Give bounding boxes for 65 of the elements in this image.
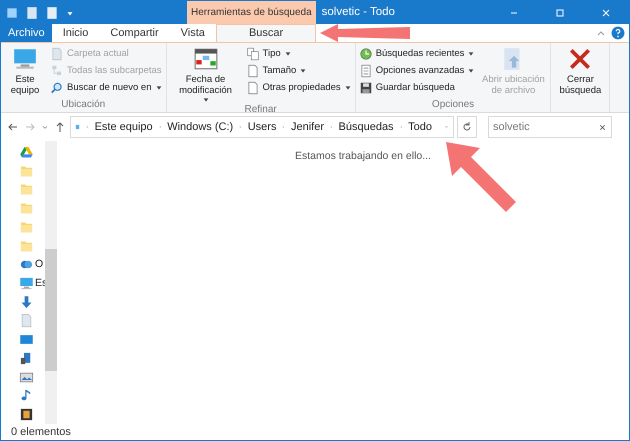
document-icon xyxy=(19,313,34,328)
breadcrumb[interactable]: Windows (C:) xyxy=(167,118,234,136)
annotation-arrow xyxy=(446,142,516,212)
group-label: Ubicación xyxy=(61,99,106,112)
address-field[interactable]: Este equipo Windows (C:) Users Jenifer Búsquedas Todo xyxy=(70,116,454,138)
close-icon xyxy=(600,6,612,18)
status-message: Estamos trabajando en ello... xyxy=(295,149,431,163)
up-arrow-icon xyxy=(54,121,66,133)
ribbon-button[interactable]: Este equipo xyxy=(4,46,46,96)
folder-icon xyxy=(19,182,34,198)
context-tab-title: Herramientas de búsqueda xyxy=(187,1,316,24)
monitor-icon xyxy=(19,276,34,291)
breadcrumb[interactable]: Todo xyxy=(408,118,432,136)
triangle-drive-icon xyxy=(19,144,34,160)
properties-icon xyxy=(25,6,39,20)
ribbon-tab[interactable]: Vista xyxy=(170,24,216,42)
ribbon-button[interactable]: Opciones avanzadas xyxy=(358,63,476,79)
document-icon xyxy=(50,47,64,61)
ribbon-button[interactable]: Fecha de modificación xyxy=(170,46,242,104)
ribbon-button[interactable]: Buscar de nuevo en xyxy=(50,80,163,96)
breadcrumb[interactable]: Búsquedas xyxy=(338,118,394,136)
calendar-icon xyxy=(192,46,219,72)
refresh-button[interactable] xyxy=(457,116,477,138)
checklist-icon xyxy=(358,64,373,78)
page-icon xyxy=(246,64,260,78)
chevron-down-icon xyxy=(41,123,49,131)
film-icon xyxy=(19,407,34,422)
page-icon xyxy=(246,81,260,95)
clock-icon xyxy=(358,47,373,61)
ribbon-tab[interactable]: Buscar xyxy=(216,24,316,42)
ribbon-button[interactable]: Cerrar búsqueda xyxy=(554,46,606,96)
file-tab[interactable]: Archivo xyxy=(1,24,52,42)
sidebar-item[interactable]: O xyxy=(35,256,44,273)
back-arrow-icon xyxy=(7,121,19,133)
search-field[interactable]: solvetic xyxy=(488,116,612,138)
window-icon xyxy=(5,6,19,20)
folder-icon xyxy=(19,220,34,235)
item-count: 0 elementos xyxy=(11,424,71,440)
maximize-icon xyxy=(554,6,566,18)
subfolders-icon xyxy=(50,64,64,78)
ribbon-button[interactable]: Tamaño xyxy=(246,63,352,79)
ribbon-tab[interactable]: Inicio xyxy=(52,24,100,42)
window-title: solvetic - Todo xyxy=(320,4,396,20)
forward-arrow-icon xyxy=(24,121,36,133)
ribbon-button[interactable]: Otras propiedades xyxy=(246,80,352,96)
file-type-icon xyxy=(246,47,260,61)
search-icon xyxy=(50,81,64,95)
folder-icon xyxy=(19,238,34,254)
ribbon-tab[interactable]: Compartir xyxy=(99,24,170,42)
scrollbar-thumb[interactable] xyxy=(45,249,57,371)
clear-icon xyxy=(598,123,607,132)
ribbon-button[interactable]: Guardar búsqueda xyxy=(358,80,476,96)
breadcrumb[interactable]: Jenifer xyxy=(290,118,324,136)
ribbon-button[interactable]: Tipo xyxy=(246,46,352,62)
group-label: Refinar xyxy=(244,104,277,116)
breadcrumb[interactable]: Este equipo xyxy=(94,118,153,136)
ribbon-button[interactable]: Búsquedas recientes xyxy=(358,46,476,62)
down-arrow-icon xyxy=(19,294,34,310)
group-label: Opciones xyxy=(432,99,474,112)
breadcrumb[interactable]: Users xyxy=(248,118,276,136)
folder-icon xyxy=(19,164,34,179)
new-folder-icon xyxy=(45,6,59,20)
folder-icon xyxy=(19,201,34,216)
scrollbar[interactable] xyxy=(45,141,57,424)
refresh-icon xyxy=(461,121,473,133)
